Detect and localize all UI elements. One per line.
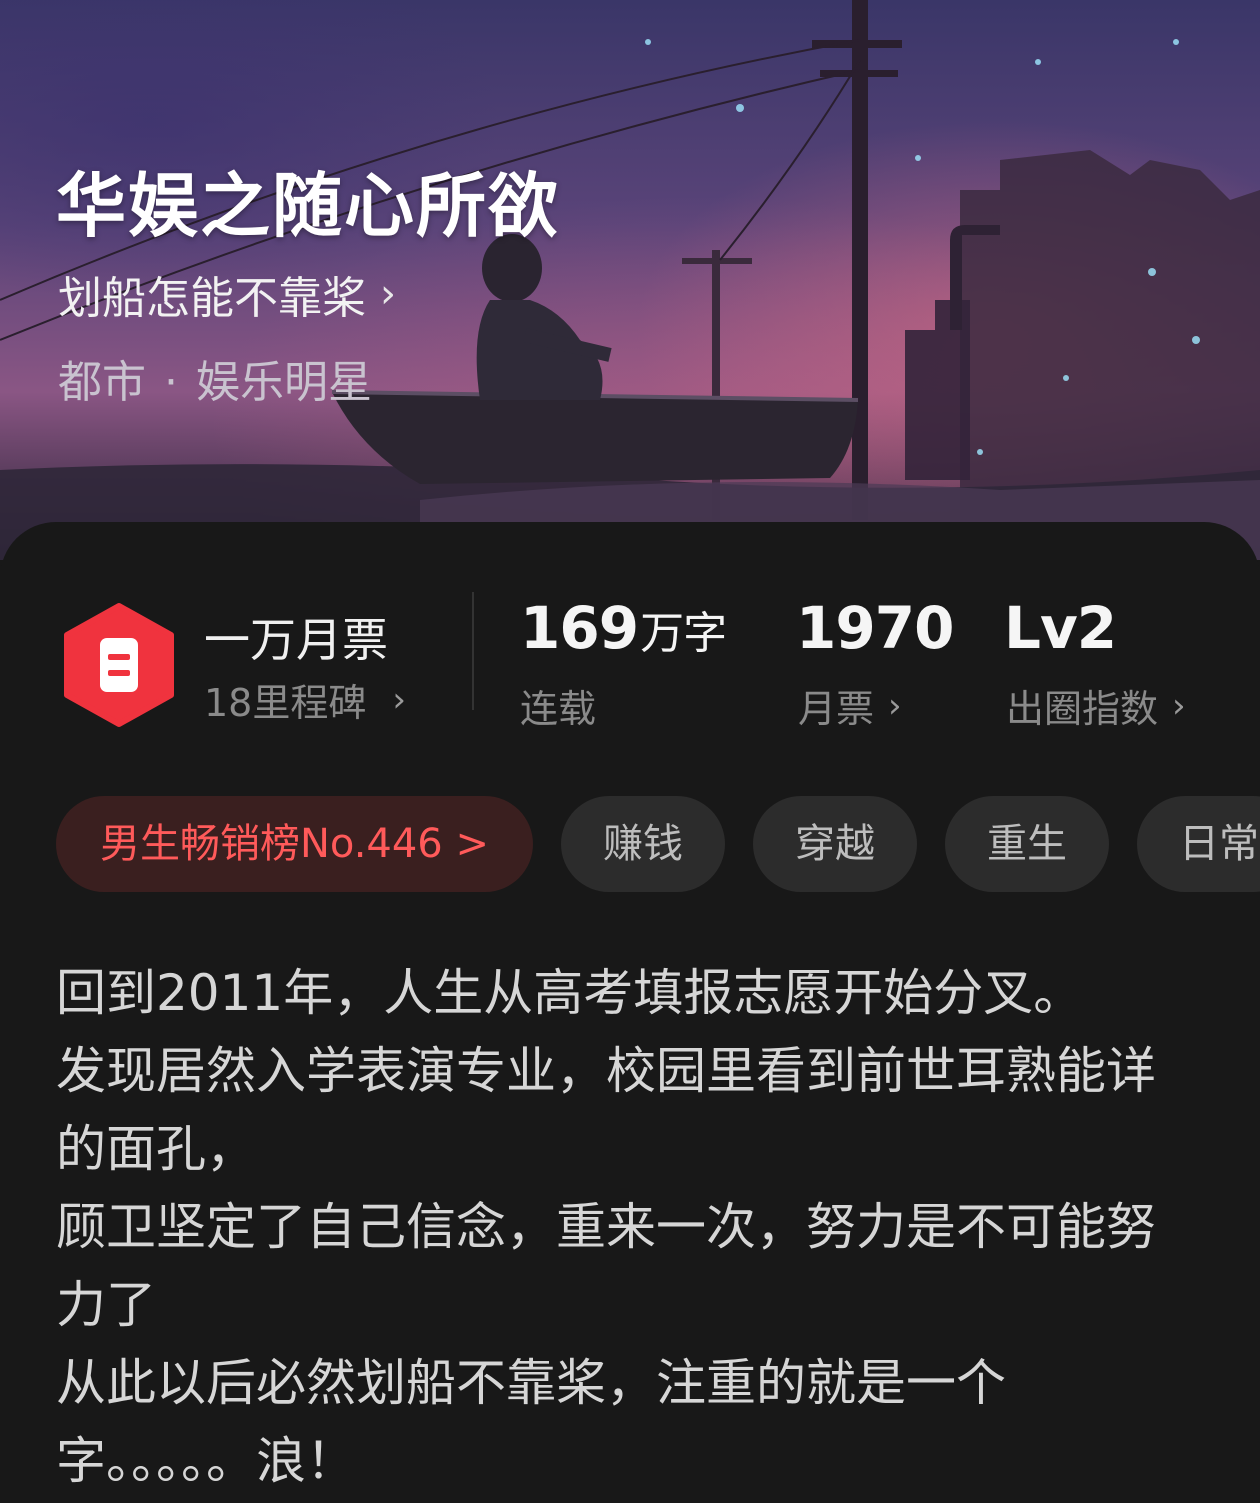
breakout-index-link[interactable]: 出圈指数 › [1006, 678, 1186, 733]
chevron-right-icon: › [380, 271, 396, 317]
tag-chip[interactable]: 赚钱 [560, 796, 725, 892]
milestone-link[interactable]: 18里程碑 › [204, 672, 406, 727]
breakout-index-label: 出圈指数 [1006, 687, 1159, 731]
genre-line: 都市 · 娱乐明星 [58, 346, 372, 410]
monthly-tickets-value: 1970 [796, 594, 954, 662]
details-card: 一万月票 18里程碑 › 169万字 连载 1970 月票 › Lv2 出圈指数 ›… [0, 522, 1260, 1503]
milestone-subtitle: 18里程碑 [204, 681, 367, 725]
divider [472, 592, 474, 710]
chevron-right-icon: › [1172, 685, 1186, 726]
tag-chip[interactable]: 重生 [944, 796, 1109, 892]
tag-chip[interactable]: 日常 [1136, 796, 1260, 892]
author-name: 划船怎能不靠桨 [58, 273, 366, 324]
milestone-title: 一万月票 [204, 613, 388, 667]
serial-status: 连载 [520, 678, 596, 733]
monthly-tickets-link[interactable]: 月票 › [798, 678, 902, 733]
tag-chip[interactable]: 穿越 [752, 796, 917, 892]
word-count: 169万字 [520, 594, 727, 662]
author-link[interactable]: 划船怎能不靠桨 › [58, 262, 396, 326]
word-count-value: 169 [520, 594, 639, 662]
serial-status-label: 连载 [520, 687, 597, 731]
subcategory-label: 娱乐明星 [196, 357, 372, 408]
separator-dot: · [164, 357, 178, 408]
stats-row: 一万月票 18里程碑 › 169万字 连载 1970 月票 › Lv2 出圈指数 › [0, 522, 1260, 742]
category-label: 都市 [58, 357, 146, 408]
synopsis-text[interactable]: 回到2011年，人生从高考填报志愿开始分叉。 发现居然入学表演专业，校园里看到前… [56, 954, 1186, 1500]
word-count-unit: 万字 [640, 608, 727, 659]
ticket-icon [60, 602, 178, 728]
rank-tag[interactable]: 男生畅销榜No.446 > [56, 796, 533, 892]
tag-list: 男生畅销榜No.446 > 赚钱 穿越 重生 日常 [56, 796, 1260, 896]
chevron-right-icon: › [392, 679, 406, 720]
cover-hero: 华娱之随心所欲 划船怎能不靠桨 › 都市 · 娱乐明星 [0, 0, 1260, 560]
chevron-right-icon: › [888, 685, 902, 726]
book-title: 华娱之随心所欲 [56, 164, 560, 247]
breakout-level-value: Lv2 [1004, 594, 1117, 662]
monthly-tickets-label: 月票 [798, 687, 875, 731]
